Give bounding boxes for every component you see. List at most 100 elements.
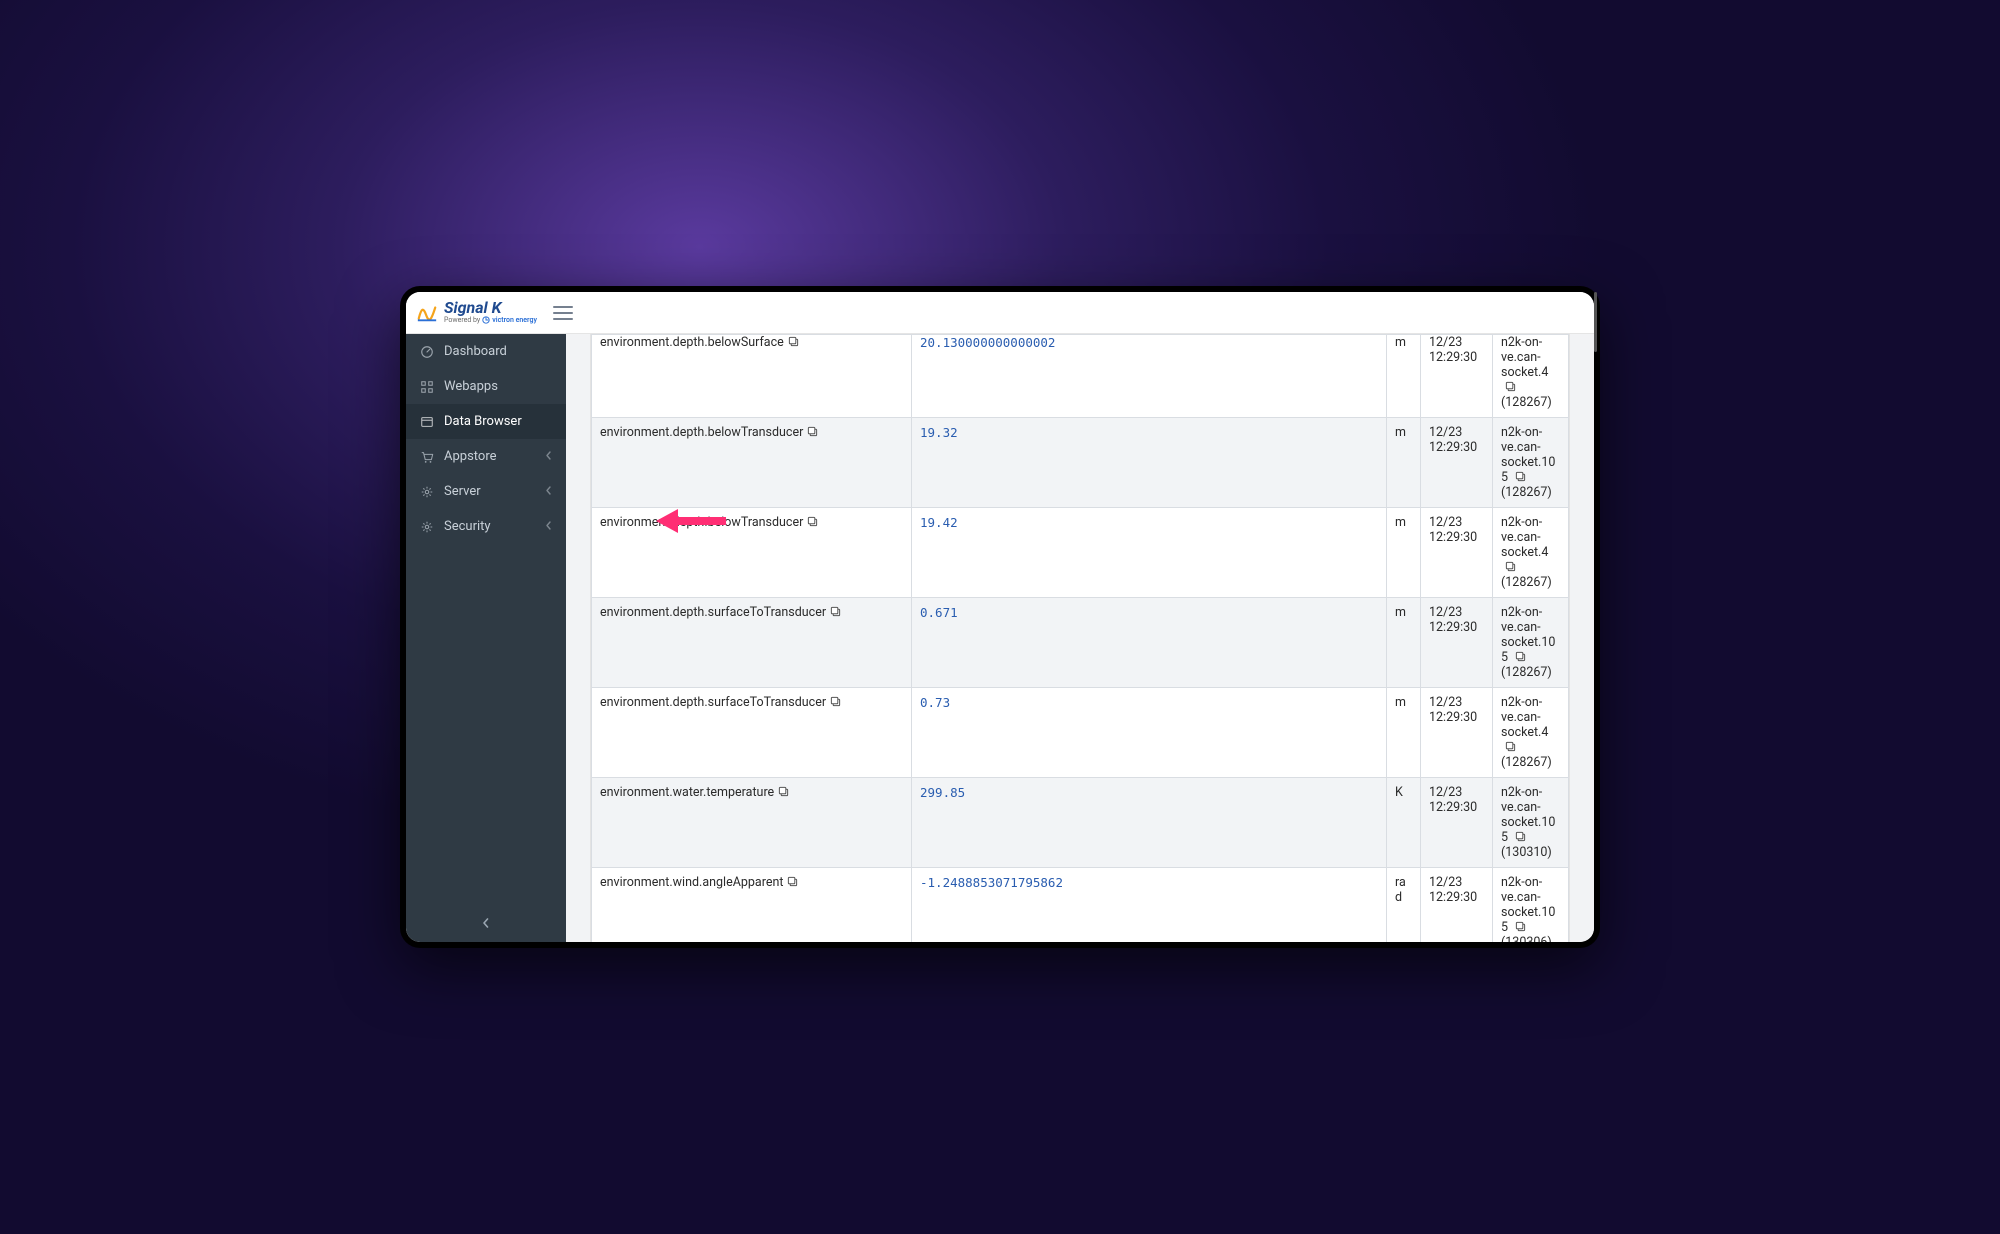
cell-source: n2k-on-ve.can-socket.4 (128267) (1493, 508, 1569, 598)
data-table: environment.depth.belowSurface 20.1300000… (591, 334, 1569, 942)
path-text: environment.depth.belowTransducer (600, 425, 803, 440)
cell-path: environment.water.temperature (592, 778, 912, 868)
value-text: 19.42 (920, 515, 958, 530)
cart-icon (420, 450, 434, 464)
value-text: 0.73 (920, 695, 950, 710)
path-text: environment.water.temperature (600, 785, 774, 800)
cell-path: environment.depth.belowTransducer (592, 508, 912, 598)
cell-value: 19.42 (912, 508, 1387, 598)
source-pgn: (128267) (1501, 575, 1552, 590)
copy-icon[interactable] (788, 336, 799, 347)
cell-unit: m (1387, 688, 1421, 778)
cell-path: environment.wind.angleApparent (592, 868, 912, 943)
copy-icon[interactable] (1515, 921, 1526, 932)
source-pgn: (128267) (1501, 755, 1552, 770)
copy-icon[interactable] (1515, 831, 1526, 842)
cell-timestamp: 12/23 12:29:30 (1421, 418, 1493, 508)
path-text: environment.depth.surfaceToTransducer (600, 695, 826, 710)
cell-source: n2k-on-ve.can-socket.105 (128267) (1493, 598, 1569, 688)
copy-icon[interactable] (778, 786, 789, 797)
cell-unit: m (1387, 508, 1421, 598)
path-text: environment.wind.angleApparent (600, 875, 783, 890)
chevron-left-icon (545, 451, 552, 463)
source-text: n2k-on-ve.can-socket.4 (1501, 695, 1548, 740)
copy-icon[interactable] (1505, 381, 1516, 392)
source-pgn: (130306) (1501, 935, 1552, 942)
cell-source: n2k-on-ve.can-socket.4 (128267) (1493, 688, 1569, 778)
value-text: 20.130000000000002 (920, 335, 1055, 350)
cell-timestamp: 12/23 12:29:30 (1421, 598, 1493, 688)
app-header: Signal K Powered by victron energy (406, 292, 1594, 334)
cell-value: 0.671 (912, 598, 1387, 688)
browser-icon (420, 415, 434, 429)
cell-timestamp: 12/23 12:29:30 (1421, 508, 1493, 598)
victron-logo-icon (482, 316, 490, 326)
source-pgn: (128267) (1501, 485, 1552, 500)
cell-value: -1.2488853071795862 (912, 868, 1387, 943)
cell-timestamp: 12/23 12:29:30 (1421, 688, 1493, 778)
source-pgn: (128267) (1501, 665, 1552, 680)
sidebar-item-dashboard[interactable]: Dashboard (406, 334, 566, 369)
brand-title: Signal K (444, 300, 537, 316)
sidebar-item-webapps[interactable]: Webapps (406, 369, 566, 404)
cell-source: n2k-on-ve.can-socket.105 (130306) (1493, 868, 1569, 943)
cell-timestamp: 12/23 12:29:30 (1421, 868, 1493, 943)
cell-value: 299.85 (912, 778, 1387, 868)
sidebar-item-security[interactable]: Security (406, 509, 566, 544)
sidebar-item-label: Server (444, 484, 481, 499)
cell-path: environment.depth.surfaceToTransducer (592, 598, 912, 688)
brand: Signal K Powered by victron energy (416, 300, 537, 326)
source-text: n2k-on-ve.can-socket.105 (1501, 605, 1555, 665)
cell-path: environment.depth.belowSurface (592, 335, 912, 418)
sidebar-collapse-button[interactable] (406, 907, 566, 942)
copy-icon[interactable] (830, 696, 841, 707)
sidebar-item-label: Webapps (444, 379, 498, 394)
sidebar-item-appstore[interactable]: Appstore (406, 439, 566, 474)
path-text: environment.depth.belowSurface (600, 335, 784, 350)
source-text: n2k-on-ve.can-socket.4 (1501, 335, 1548, 380)
copy-icon[interactable] (1515, 471, 1526, 482)
table-row: environment.wind.angleApparent -1.2488853… (592, 868, 1569, 943)
cell-unit: rad (1387, 868, 1421, 943)
source-pgn: (130310) (1501, 845, 1552, 860)
cell-value: 20.130000000000002 (912, 335, 1387, 418)
cell-path: environment.depth.belowTransducer (592, 418, 912, 508)
cell-timestamp: 12/23 12:29:30 (1421, 778, 1493, 868)
cell-source: n2k-on-ve.can-socket.105 (128267) (1493, 418, 1569, 508)
path-text: environment.depth.belowTransducer (600, 515, 803, 530)
table-row: environment.depth.surfaceToTransducer 0.7… (592, 688, 1569, 778)
source-text: n2k-on-ve.can-socket.105 (1501, 785, 1555, 845)
table-row: environment.depth.surfaceToTransducer 0.6… (592, 598, 1569, 688)
chevron-left-icon (545, 521, 552, 533)
cell-timestamp: 12/23 12:29:30 (1421, 335, 1493, 418)
cell-source: n2k-on-ve.can-socket.105 (130310) (1493, 778, 1569, 868)
sidebar-item-data-browser[interactable]: Data Browser (406, 404, 566, 439)
table-row: environment.depth.belowTransducer19.32m1… (592, 418, 1569, 508)
cell-value: 19.32 (912, 418, 1387, 508)
device-frame: Signal K Powered by victron energy Dashb… (400, 286, 1600, 948)
copy-icon[interactable] (830, 606, 841, 617)
sidebar-item-server[interactable]: Server (406, 474, 566, 509)
copy-icon[interactable] (807, 426, 818, 437)
main-content: environment.depth.belowSurface 20.1300000… (566, 334, 1594, 942)
copy-icon[interactable] (807, 516, 818, 527)
gauge-icon (420, 345, 434, 359)
menu-toggle-button[interactable] (553, 306, 573, 320)
sidebar-item-label: Dashboard (444, 344, 507, 359)
cell-unit: K (1387, 778, 1421, 868)
path-text: environment.depth.surfaceToTransducer (600, 605, 826, 620)
source-text: n2k-on-ve.can-socket.4 (1501, 515, 1548, 560)
gear-icon (420, 520, 434, 534)
sidebar-item-label: Data Browser (444, 414, 522, 429)
app-window: Signal K Powered by victron energy Dashb… (406, 292, 1594, 942)
copy-icon[interactable] (1515, 651, 1526, 662)
copy-icon[interactable] (787, 876, 798, 887)
gear-icon (420, 485, 434, 499)
chevron-left-icon (545, 486, 552, 498)
grid-icon (420, 380, 434, 394)
chevron-left-icon (481, 917, 491, 932)
cell-source: n2k-on-ve.can-socket.4 (128267) (1493, 335, 1569, 418)
copy-icon[interactable] (1505, 561, 1516, 572)
table-row: environment.depth.belowTransducer 19.42 m1… (592, 508, 1569, 598)
copy-icon[interactable] (1505, 741, 1516, 752)
